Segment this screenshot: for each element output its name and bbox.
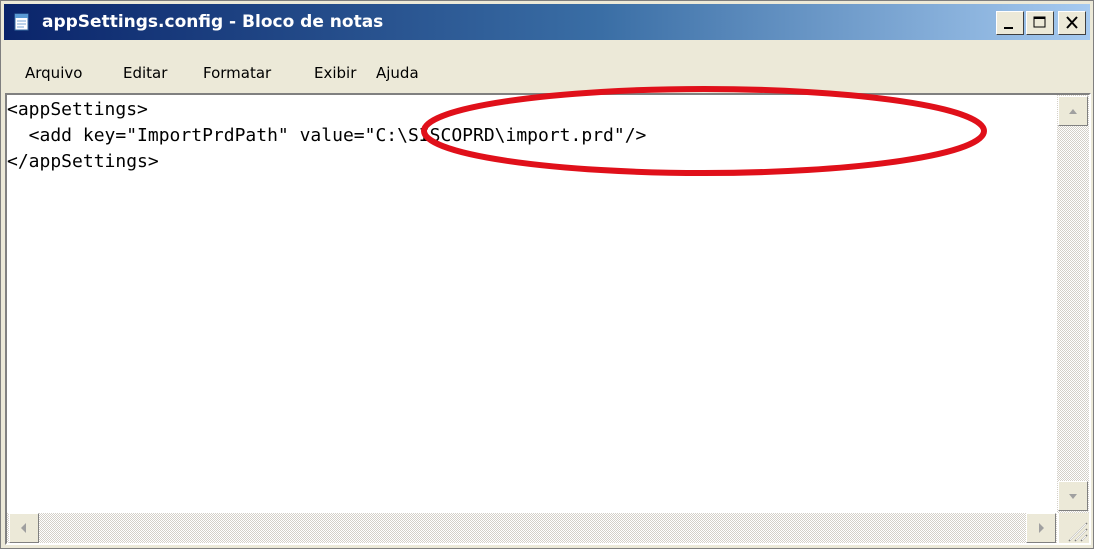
resize-grip-icon	[1068, 522, 1088, 542]
notepad-window: appSettings.config - Bloco de notas Arqu…	[0, 0, 1094, 549]
menu-editar[interactable]: Editar	[123, 63, 167, 83]
menu-exibir[interactable]: Exibir	[314, 63, 356, 83]
menu-ajuda[interactable]: Ajuda	[376, 63, 419, 83]
minimize-button[interactable]	[996, 11, 1024, 35]
menu-arquivo[interactable]: Arquivo	[25, 63, 82, 83]
code-line: <add key="ImportPrdPath" value="C:\SISCO…	[7, 125, 647, 146]
window-title: appSettings.config - Bloco de notas	[42, 12, 384, 32]
scroll-left-button[interactable]	[9, 513, 39, 543]
minimize-icon	[1004, 27, 1013, 29]
editor-content[interactable]: <appSettings> <add key="ImportPrdPath" v…	[7, 97, 1051, 509]
code-line: </appSettings>	[7, 151, 159, 172]
scroll-right-button[interactable]	[1026, 513, 1056, 543]
resize-grip[interactable]	[1059, 513, 1089, 543]
menu-bar: Arquivo Editar Formatar Exibir Ajuda	[4, 59, 1090, 89]
scroll-down-button[interactable]	[1058, 481, 1088, 511]
arrow-down-icon	[1069, 494, 1077, 499]
maximize-button[interactable]	[1026, 11, 1054, 35]
vertical-scrollbar[interactable]	[1057, 95, 1089, 513]
notepad-icon	[12, 12, 32, 32]
scroll-up-button[interactable]	[1058, 96, 1088, 126]
code-line: <appSettings>	[7, 99, 148, 120]
close-button[interactable]	[1058, 11, 1086, 35]
close-icon	[1066, 16, 1078, 29]
arrow-left-icon	[21, 523, 26, 533]
arrow-right-icon	[1039, 523, 1044, 533]
arrow-up-icon	[1069, 109, 1077, 114]
maximize-icon	[1033, 16, 1046, 28]
horizontal-scrollbar[interactable]	[7, 513, 1057, 543]
menu-formatar[interactable]: Formatar	[203, 63, 271, 83]
title-bar[interactable]: appSettings.config - Bloco de notas	[4, 4, 1090, 40]
